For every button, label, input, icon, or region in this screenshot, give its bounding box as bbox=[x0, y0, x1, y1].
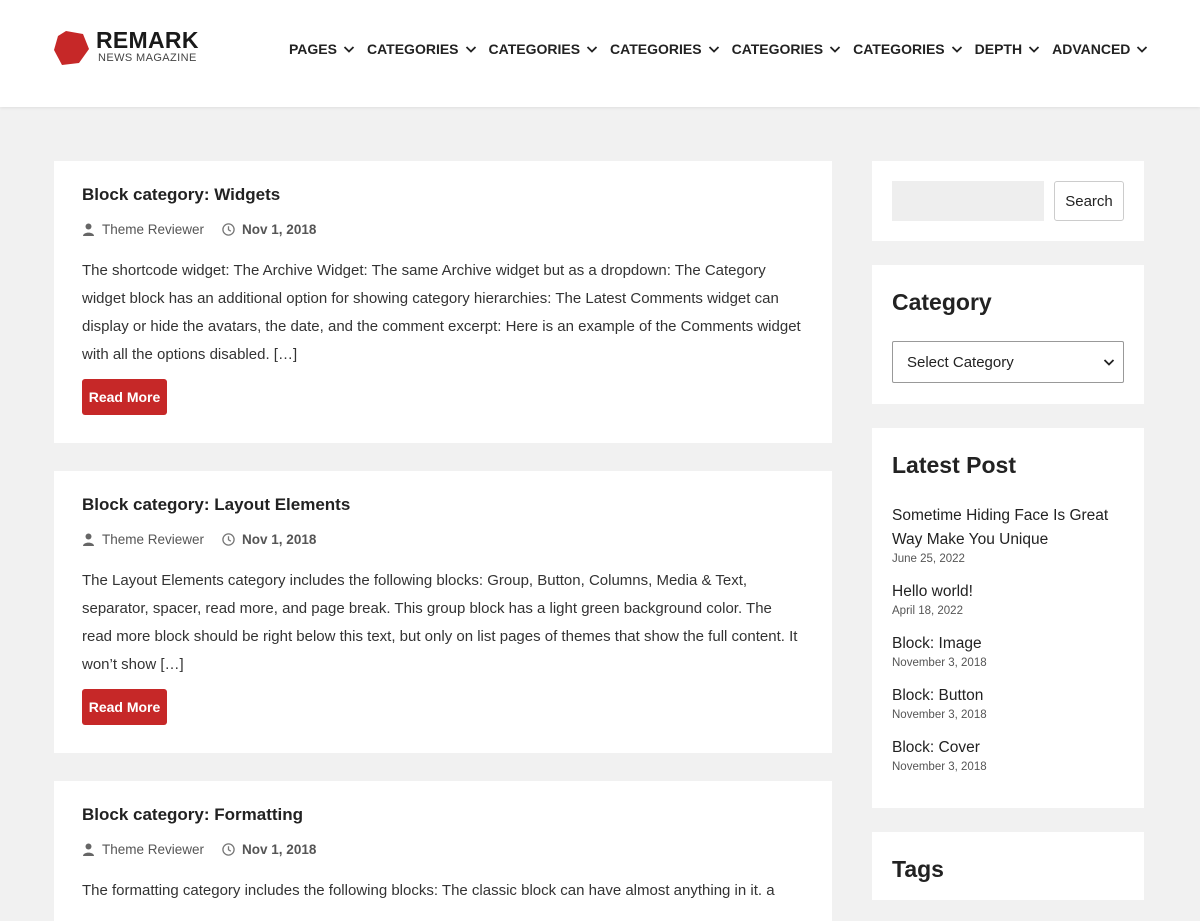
clock-icon bbox=[222, 843, 235, 856]
site-title: REMARK bbox=[96, 27, 199, 53]
list-item: Hello world! April 18, 2022 bbox=[892, 580, 1132, 618]
latest-post-link[interactable]: Block: Cover bbox=[892, 736, 1132, 760]
chevron-down-icon bbox=[586, 46, 598, 53]
nav-label: DEPTH bbox=[974, 41, 1023, 57]
latest-post-date: November 3, 2018 bbox=[892, 709, 987, 721]
chevron-down-icon bbox=[708, 46, 719, 53]
nav-label: CATEGORIES bbox=[731, 41, 824, 57]
nav-item-categories[interactable]: CATEGORIES bbox=[489, 40, 599, 58]
latest-post-date: June 25, 2022 bbox=[892, 553, 965, 565]
post-author[interactable]: Theme Reviewer bbox=[102, 842, 204, 857]
nav-label: CATEGORIES bbox=[366, 41, 459, 57]
category-select[interactable]: Select Category bbox=[892, 341, 1124, 383]
post-author[interactable]: Theme Reviewer bbox=[102, 532, 204, 547]
clock-icon bbox=[222, 533, 235, 546]
chevron-down-icon bbox=[465, 46, 476, 53]
chevron-down-icon bbox=[1137, 46, 1148, 53]
clock-icon bbox=[222, 223, 235, 236]
post-meta: Theme Reviewer Nov 1, 2018 bbox=[82, 532, 316, 547]
nav-label: ADVANCED bbox=[1052, 41, 1131, 57]
post-title[interactable]: Block category: Layout Elements bbox=[82, 495, 350, 515]
chevron-down-icon bbox=[829, 46, 841, 53]
nav-label: PAGES bbox=[289, 41, 337, 57]
site-logo[interactable]: REMARK NEWS MAGAZINE bbox=[54, 27, 199, 66]
post-date[interactable]: Nov 1, 2018 bbox=[242, 222, 316, 237]
nav-label: CATEGORIES bbox=[488, 41, 581, 57]
post-card: Block category: Layout Elements Theme Re… bbox=[54, 471, 832, 753]
post-title[interactable]: Block category: Formatting bbox=[82, 805, 303, 825]
post-meta: Theme Reviewer Nov 1, 2018 bbox=[82, 222, 316, 237]
latest-post-date: November 3, 2018 bbox=[892, 761, 987, 773]
nav-item-categories[interactable]: CATEGORIES bbox=[732, 40, 842, 58]
user-icon bbox=[83, 843, 94, 856]
latest-post-date: April 18, 2022 bbox=[892, 605, 963, 617]
site-header: REMARK NEWS MAGAZINE PAGES CATEGORIES CA… bbox=[0, 0, 1200, 107]
list-item: Block: Cover November 3, 2018 bbox=[892, 736, 1132, 774]
search-widget: Search bbox=[872, 161, 1144, 241]
nav-label: CATEGORIES bbox=[610, 41, 702, 57]
nav-item-pages[interactable]: PAGES bbox=[289, 40, 355, 58]
post-card: Block category: Widgets Theme Reviewer N… bbox=[54, 161, 832, 443]
post-meta: Theme Reviewer Nov 1, 2018 bbox=[82, 842, 316, 857]
user-icon bbox=[83, 533, 94, 546]
widget-title: Category bbox=[892, 289, 992, 315]
chevron-down-icon bbox=[951, 46, 962, 53]
latest-post-link[interactable]: Hello world! bbox=[892, 580, 1132, 604]
user-icon bbox=[83, 223, 94, 236]
latest-post-link[interactable]: Block: Image bbox=[892, 632, 1132, 656]
read-more-button[interactable]: Read More bbox=[82, 379, 167, 415]
nav-item-categories[interactable]: CATEGORIES bbox=[853, 40, 963, 58]
post-excerpt: The shortcode widget: The Archive Widget… bbox=[82, 262, 801, 363]
latest-post-list: Sometime Hiding Face Is Great Way Make Y… bbox=[892, 504, 1132, 788]
site-tagline: NEWS MAGAZINE bbox=[98, 52, 197, 64]
post-date[interactable]: Nov 1, 2018 bbox=[242, 842, 316, 857]
post-title[interactable]: Block category: Widgets bbox=[82, 185, 280, 205]
chevron-down-icon bbox=[343, 46, 355, 53]
widget-title: Latest Post bbox=[892, 452, 1016, 478]
post-excerpt: The formatting category includes the fol… bbox=[82, 882, 775, 899]
nav-item-advanced[interactable]: ADVANCED bbox=[1052, 40, 1148, 58]
post-excerpt: The Layout Elements category includes th… bbox=[82, 572, 798, 673]
chevron-down-icon bbox=[1103, 359, 1115, 366]
category-widget: Category Select Category bbox=[872, 265, 1144, 404]
search-button[interactable]: Search bbox=[1054, 181, 1124, 221]
read-more-button[interactable]: Read More bbox=[82, 689, 167, 725]
post-author[interactable]: Theme Reviewer bbox=[102, 222, 204, 237]
chevron-down-icon bbox=[1028, 46, 1040, 53]
list-item: Block: Image November 3, 2018 bbox=[892, 632, 1132, 670]
nav-label: CATEGORIES bbox=[853, 41, 945, 57]
nav-item-categories[interactable]: CATEGORIES bbox=[610, 40, 720, 58]
category-select-value: Select Category bbox=[907, 353, 1014, 371]
latest-post-link[interactable]: Block: Button bbox=[892, 684, 1132, 708]
widget-title: Tags bbox=[892, 856, 944, 882]
latest-post-widget: Latest Post Sometime Hiding Face Is Grea… bbox=[872, 428, 1144, 808]
list-item: Sometime Hiding Face Is Great Way Make Y… bbox=[892, 504, 1132, 566]
list-item: Block: Button November 3, 2018 bbox=[892, 684, 1132, 722]
post-date[interactable]: Nov 1, 2018 bbox=[242, 532, 316, 547]
logo-hexagon-icon bbox=[54, 31, 89, 65]
main-navigation: PAGES CATEGORIES CATEGORIES CATEGORIES C… bbox=[289, 40, 1160, 58]
tags-widget: Tags bbox=[872, 832, 1144, 900]
latest-post-link[interactable]: Sometime Hiding Face Is Great Way Make Y… bbox=[892, 504, 1132, 552]
latest-post-date: November 3, 2018 bbox=[892, 657, 987, 669]
post-card: Block category: Formatting Theme Reviewe… bbox=[54, 781, 832, 921]
nav-item-categories[interactable]: CATEGORIES bbox=[367, 40, 477, 58]
search-input[interactable] bbox=[892, 181, 1044, 221]
nav-item-depth[interactable]: DEPTH bbox=[975, 40, 1040, 58]
